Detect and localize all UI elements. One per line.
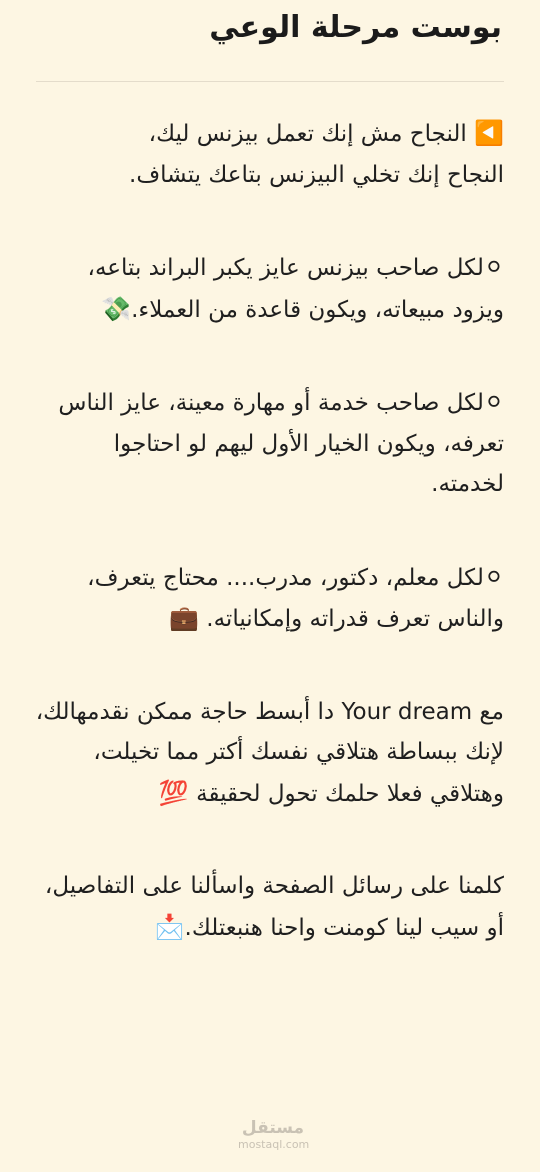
paragraph-text: النجاح مش إنك تعمل بيزنس ليك، النجاح إنك… — [129, 121, 504, 188]
title-divider — [36, 81, 504, 82]
paragraph-text: لكل صاحب بيزنس عايز يكبر البراند بتاعه، … — [87, 255, 504, 323]
hundred-points-icon: 💯 — [158, 778, 189, 807]
envelope-arrow-icon: 📩 — [154, 912, 185, 941]
white-circle-icon: ⚪ — [483, 388, 504, 416]
post-paragraph-your-dream: مع Your dream دا أبسط حاجة ممكن نقدمهالك… — [34, 692, 504, 815]
paragraph-text-before-brand: مع — [472, 698, 504, 725]
money-wings-icon: 💸 — [101, 294, 132, 323]
post-paragraph-intro: ◀️ النجاح مش إنك تعمل بيزنس ليك، النجاح … — [34, 113, 504, 195]
paragraph-text: كلمنا على رسائل الصفحة واسألنا على التفا… — [44, 873, 504, 941]
briefcase-icon: 💼 — [169, 604, 199, 632]
post-paragraph-business-owner: ⚪لكل صاحب بيزنس عايز يكبر البراند بتاعه،… — [34, 247, 504, 330]
post-body: ◀️ النجاح مش إنك تعمل بيزنس ليك، النجاح … — [34, 113, 504, 1000]
play-left-icon: ◀️ — [474, 119, 504, 147]
brand-name: Your dream — [341, 698, 473, 725]
white-circle-icon: ⚪ — [483, 562, 504, 591]
mostaql-watermark: مستقل mostaql.com — [238, 1118, 310, 1151]
paragraph-text: لكل معلم، دكتور، مدرب.... محتاج يتعرف، و… — [87, 564, 504, 633]
white-circle-icon: ⚪ — [483, 253, 504, 281]
post-paragraph-professionals: ⚪لكل معلم، دكتور، مدرب.... محتاج يتعرف، … — [34, 557, 504, 640]
post-title: بوست مرحلة الوعي — [209, 10, 502, 45]
watermark-arabic: مستقل — [241, 1118, 305, 1138]
watermark-latin: mostaql.com — [238, 1138, 310, 1151]
post-paragraph-service-owner: ⚪لكل صاحب خدمة أو مهارة معينة، عايز النا… — [34, 382, 504, 505]
post-paragraph-contact: كلمنا على رسائل الصفحة واسألنا على التفا… — [34, 866, 504, 948]
paragraph-text: لكل صاحب خدمة أو مهارة معينة، عايز الناس… — [58, 390, 504, 497]
